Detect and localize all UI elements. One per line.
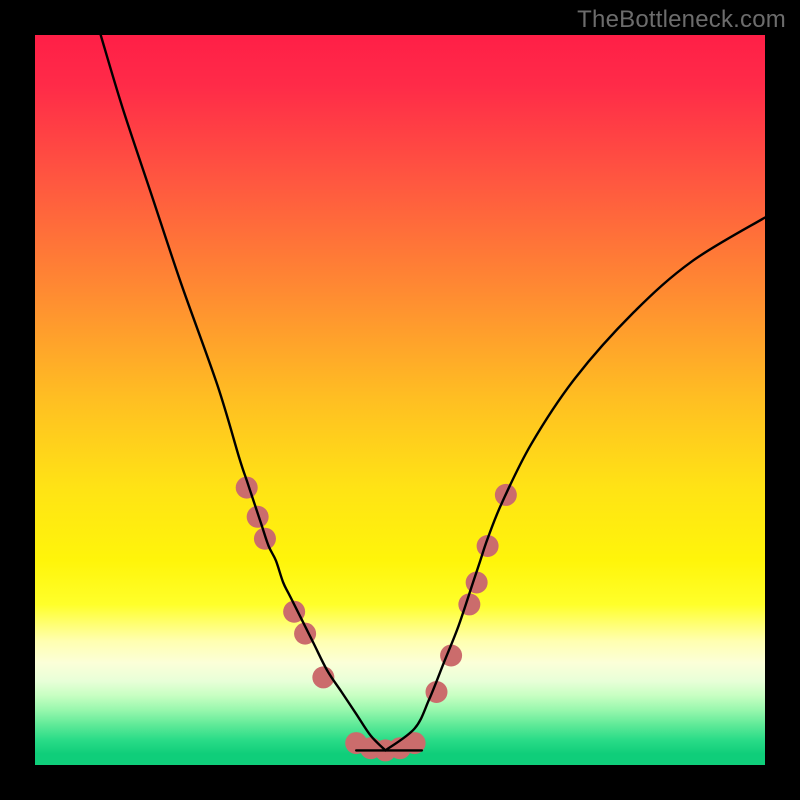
marker-group	[236, 477, 517, 762]
bottleneck-curve-left	[101, 35, 386, 750]
bottleneck-curve-right	[385, 218, 765, 751]
curve-layer	[35, 35, 765, 765]
watermark-text: TheBottleneck.com	[577, 6, 786, 34]
chart-stage: TheBottleneck.com	[0, 0, 800, 800]
plot-area	[35, 35, 765, 765]
